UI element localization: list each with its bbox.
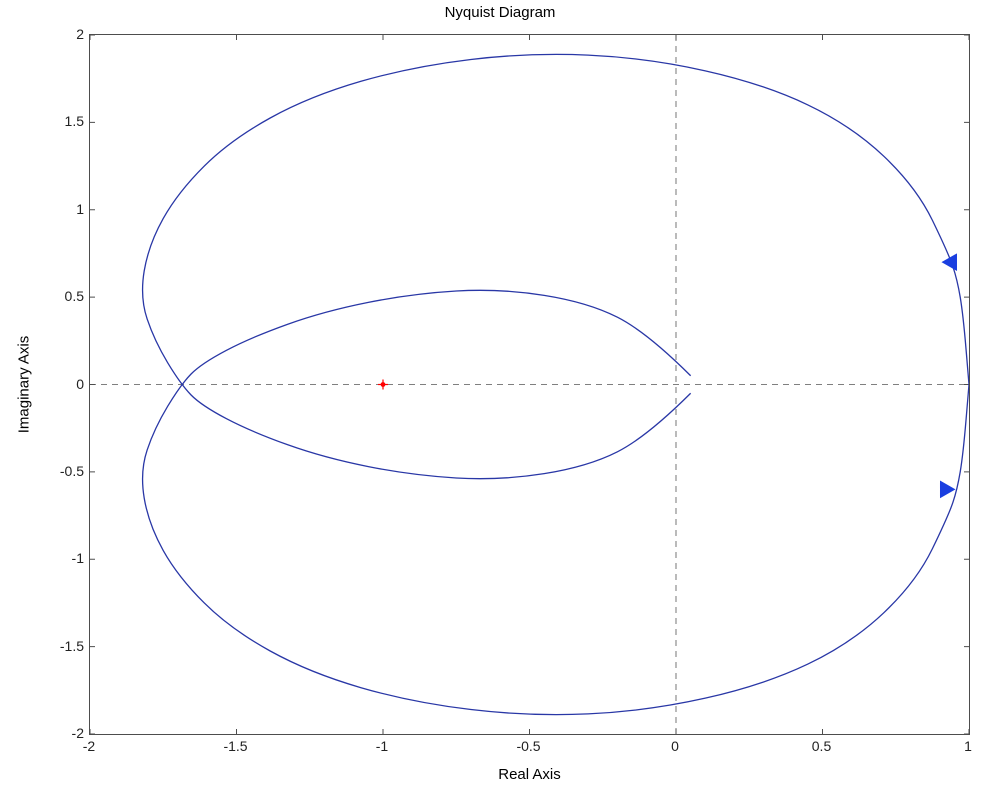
y-tick-label: -1 [40,550,84,566]
x-axis-label: Real Axis [89,766,970,783]
x-tick-label: -1.5 [223,738,247,754]
y-tick-label: 0 [40,376,84,392]
chart-title: Nyquist Diagram [0,4,1000,21]
x-tick-label: 0 [671,738,679,754]
y-tick-label: 0.5 [40,288,84,304]
axes [89,34,970,735]
y-tick-label: -0.5 [40,463,84,479]
nyquist-curve [143,54,969,478]
figure: Nyquist Diagram Imaginary Axis Real Axis… [0,0,1000,789]
y-tick-label: 1 [40,201,84,217]
critical-point-dot [381,382,386,387]
x-tick-label: -0.5 [516,738,540,754]
y-tick-label: 2 [40,26,84,42]
y-tick-label: -1.5 [40,638,84,654]
nyquist-curve [143,290,969,714]
x-tick-label: -1 [376,738,388,754]
y-tick-label: 1.5 [40,113,84,129]
direction-arrow-icon [940,481,954,497]
y-axis-label: Imaginary Axis [14,34,34,735]
x-tick-label: 1 [964,738,972,754]
x-tick-label: 0.5 [812,738,831,754]
y-tick-label: -2 [40,725,84,741]
plot-svg [90,35,969,734]
x-tick-label: -2 [83,738,95,754]
